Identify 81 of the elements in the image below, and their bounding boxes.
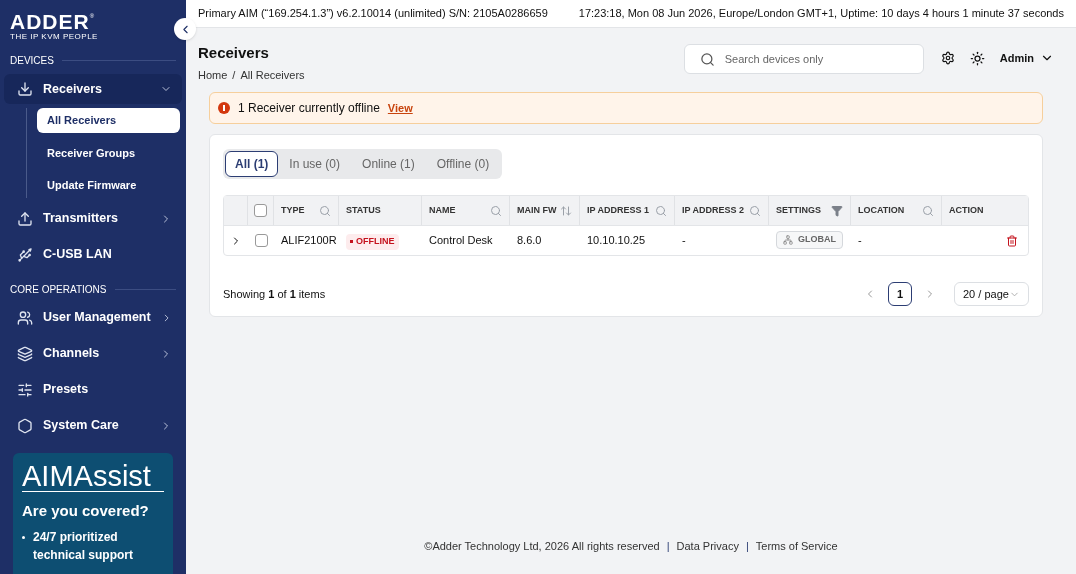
column-header: ACTION xyxy=(949,203,984,217)
table-cell: - xyxy=(682,234,686,247)
column-header: TYPE xyxy=(281,203,305,217)
brand-tagline: THE IP KVM PEOPLE xyxy=(10,32,99,41)
settings-icon[interactable] xyxy=(940,51,955,65)
sidebar-item[interactable]: Channels xyxy=(4,338,182,369)
table-cell: 10.10.10.25 xyxy=(587,234,646,247)
sidebar-item[interactable]: User Management xyxy=(4,302,182,333)
usb-icon xyxy=(17,246,33,263)
search-icon[interactable] xyxy=(319,204,331,217)
delete-icon[interactable] xyxy=(1006,234,1018,247)
bullet-icon xyxy=(22,536,25,539)
submenu-item[interactable]: All Receivers xyxy=(37,108,180,133)
search-icon xyxy=(699,51,715,67)
page-button[interactable]: 1 xyxy=(888,282,912,306)
breadcrumb-current: All Receivers xyxy=(240,67,305,83)
filter-icon[interactable] xyxy=(831,204,843,217)
sort-icon[interactable] xyxy=(560,204,572,217)
search-field[interactable]: Search devices only xyxy=(683,44,924,74)
footer-link[interactable]: Data Privacy xyxy=(676,537,739,554)
item-count: Showing 1 of 1 items xyxy=(223,286,326,302)
alert-text: 1 Receiver currently offline xyxy=(238,100,380,117)
sidebar-item[interactable]: System Care xyxy=(4,410,182,441)
column-header: MAIN FW xyxy=(517,203,557,217)
search-input[interactable]: Search devices only xyxy=(724,50,908,68)
settings-badge: GLOBAL xyxy=(776,231,843,249)
search-icon[interactable] xyxy=(749,204,761,217)
section-heading: DEVICES xyxy=(10,54,54,68)
status-badge: OFFLINE xyxy=(346,234,399,250)
system-status: 17:23:18, Mon 08 Jun 2026, Europe/London GMT+1, Uptime: 10 days 4 hours 1 minute 37 seconds xyxy=(578,6,1064,22)
column-header: SETTINGS xyxy=(776,203,821,217)
page-title: Receivers xyxy=(198,43,270,63)
submenu-item[interactable]: Receiver Groups xyxy=(37,140,180,165)
system-info: Primary AIM (“169.254.1.3”) v6.2.10014 (unlimited) S/N: 2105A0286659 xyxy=(198,6,548,22)
table-cell: 8.6.0 xyxy=(517,234,542,247)
sidebar-item[interactable]: Presets xyxy=(4,374,182,405)
alert-link[interactable]: View xyxy=(387,99,413,117)
table-cell: - xyxy=(858,234,862,247)
column-header: IP ADDRESS 1 xyxy=(587,203,650,217)
copyright-text: ©Adder Technology Ltd, 2026 All rights reserved xyxy=(424,538,660,554)
footer-separator: | xyxy=(666,538,670,554)
page-size-select[interactable]: 20 / page xyxy=(954,282,1029,306)
filter-tab[interactable]: Online (1) xyxy=(352,151,425,177)
search-icon[interactable] xyxy=(490,204,502,217)
sun-icon[interactable] xyxy=(969,50,985,66)
filter-tab[interactable]: Offline (0) xyxy=(426,151,500,177)
footer-link[interactable]: Terms of Service xyxy=(755,537,838,554)
select-all-checkbox[interactable] xyxy=(254,204,267,217)
table-cell: Control Desk xyxy=(429,234,493,247)
layers-icon xyxy=(17,345,33,362)
search-icon[interactable] xyxy=(922,204,934,217)
row-checkbox[interactable] xyxy=(254,234,268,247)
column-header: IP ADDRESS 2 xyxy=(682,203,745,217)
table-cell: ALIF2100R xyxy=(281,234,337,247)
search-icon[interactable] xyxy=(655,204,667,217)
column-header: STATUS xyxy=(346,203,381,217)
user-menu[interactable]: Admin xyxy=(999,49,1054,67)
submenu-item[interactable]: Update Firmware xyxy=(37,173,180,198)
breadcrumb-separator: / xyxy=(232,67,236,83)
column-header: LOCATION xyxy=(858,203,905,217)
collapse-button[interactable] xyxy=(174,18,196,40)
promo-bullet: 24/7 prioritized technical support xyxy=(33,529,133,564)
footer-separator: | xyxy=(745,538,749,554)
section-heading: CORE OPERATIONS xyxy=(10,282,107,297)
brand-logo: ADDER xyxy=(10,12,90,32)
download-tray-icon xyxy=(17,81,33,97)
promo-title: Are you covered? xyxy=(22,500,150,521)
sidebar-item[interactable]: Receivers xyxy=(4,74,182,104)
error-icon xyxy=(218,102,230,114)
column-header: NAME xyxy=(429,203,456,217)
sidebar-item[interactable]: Transmitters xyxy=(4,203,182,234)
upload-tray-icon xyxy=(17,210,33,227)
filter-tab[interactable]: In use (0) xyxy=(279,151,351,177)
promo-logo: AIMAssist xyxy=(22,460,164,492)
sliders-icon xyxy=(17,381,33,398)
hexagon-icon xyxy=(17,417,33,434)
sidebar-item[interactable]: C-USB LAN xyxy=(4,239,182,270)
hierarchy-icon xyxy=(783,235,793,246)
filter-tab[interactable]: All (1) xyxy=(225,151,279,177)
breadcrumb-link[interactable]: Home xyxy=(198,66,228,83)
users-icon xyxy=(17,309,33,326)
